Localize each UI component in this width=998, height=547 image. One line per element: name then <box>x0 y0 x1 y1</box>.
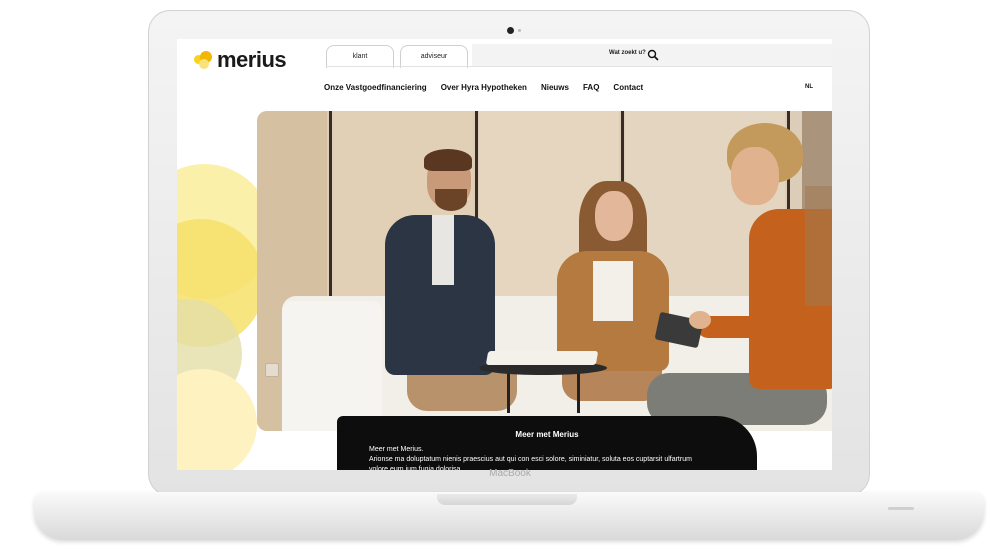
nav-item-over-hyra[interactable]: Over Hyra Hypotheken <box>441 83 527 92</box>
hero-image <box>257 111 832 431</box>
nav-item-faq[interactable]: FAQ <box>583 83 599 92</box>
tab-adviseur[interactable]: adviseur <box>400 45 468 68</box>
tab-divider <box>326 66 832 67</box>
webcam-icon <box>507 27 514 34</box>
webcam-sensor <box>518 29 521 32</box>
info-card: Meer met Merius Meer met Merius. Arionse… <box>337 416 757 470</box>
info-card-title: Meer met Merius <box>515 430 579 439</box>
search-label[interactable]: Wat zoekt u? <box>609 50 646 56</box>
top-utility-bar: Wat zoekt u? <box>472 44 832 66</box>
laptop-notch <box>437 494 577 505</box>
nav-item-contact[interactable]: Contact <box>613 83 643 92</box>
website-screen: merius Wat zoekt u? klant adviseur Onze … <box>177 39 832 470</box>
wall-outlet <box>265 363 279 377</box>
device-label: MacBook <box>489 468 531 479</box>
search-icon[interactable] <box>645 47 661 63</box>
info-card-subtitle: Meer met Merius. <box>369 446 424 453</box>
main-nav: Onze Vastgoedfinanciering Over Hyra Hypo… <box>324 83 643 92</box>
tab-klant[interactable]: klant <box>326 45 394 68</box>
nav-item-vastgoedfinanciering[interactable]: Onze Vastgoedfinanciering <box>324 83 427 92</box>
language-switch[interactable]: NL <box>805 84 813 90</box>
decor-circle <box>177 369 257 470</box>
laptop-indicator <box>888 507 914 510</box>
logo-icon <box>192 50 214 70</box>
brand-name: merius <box>217 47 287 72</box>
nav-item-nieuws[interactable]: Nieuws <box>541 83 569 92</box>
brand-logo[interactable]: merius <box>192 47 287 73</box>
